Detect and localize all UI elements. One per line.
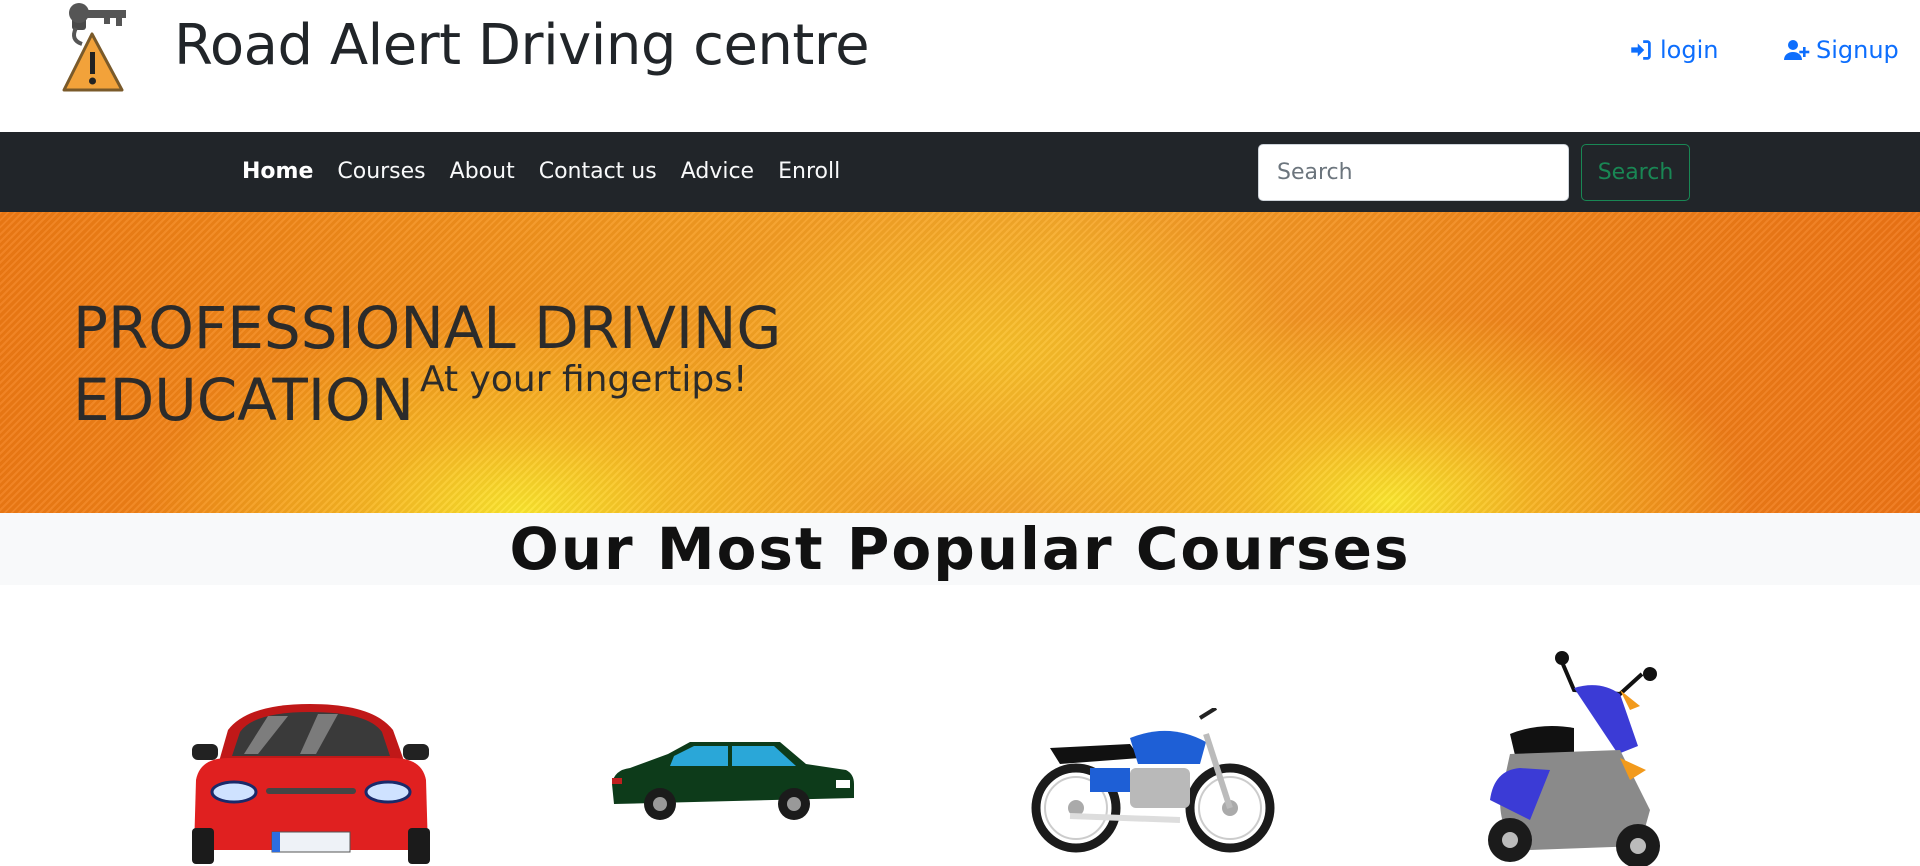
red-car-icon[interactable]: [188, 700, 433, 866]
user-plus-icon: [1784, 40, 1810, 60]
nav-item-courses[interactable]: Courses: [325, 132, 437, 212]
courses-title: Our Most Popular Courses: [509, 515, 1411, 583]
signup-label: Signup: [1816, 36, 1899, 64]
warning-key-icon: [62, 3, 126, 92]
nav-menu: Home Courses About Contact us Advice Enr…: [230, 132, 852, 212]
hero-banner: PROFESSIONAL DRIVING EDUCATION At your f…: [0, 212, 1920, 513]
search-button[interactable]: Search: [1581, 144, 1690, 201]
signup-link[interactable]: Signup: [1784, 34, 1899, 66]
nav-item-enroll[interactable]: Enroll: [766, 132, 852, 212]
nav-item-home[interactable]: Home: [230, 132, 325, 212]
motorcycle-icon[interactable]: [1030, 708, 1275, 858]
hero-heading-line1: PROFESSIONAL DRIVING: [73, 294, 782, 362]
green-sedan-icon[interactable]: [610, 740, 855, 830]
sign-in-icon: [1631, 40, 1651, 60]
login-label: login: [1660, 36, 1719, 64]
courses-heading-band: Our Most Popular Courses: [0, 513, 1920, 585]
hero-subheading: At your fingertips!: [420, 359, 748, 400]
scooter-icon[interactable]: [1470, 650, 1675, 866]
site-title: Road Alert Driving centre: [174, 13, 870, 78]
main-navbar: Home Courses About Contact us Advice Enr…: [0, 132, 1920, 212]
nav-item-advice[interactable]: Advice: [669, 132, 766, 212]
nav-item-contact-us[interactable]: Contact us: [527, 132, 669, 212]
nav-item-about[interactable]: About: [438, 132, 527, 212]
login-link[interactable]: login: [1628, 34, 1718, 66]
site-header: Road Alert Driving centre login Signup: [0, 0, 1920, 132]
search-input[interactable]: [1258, 144, 1569, 201]
